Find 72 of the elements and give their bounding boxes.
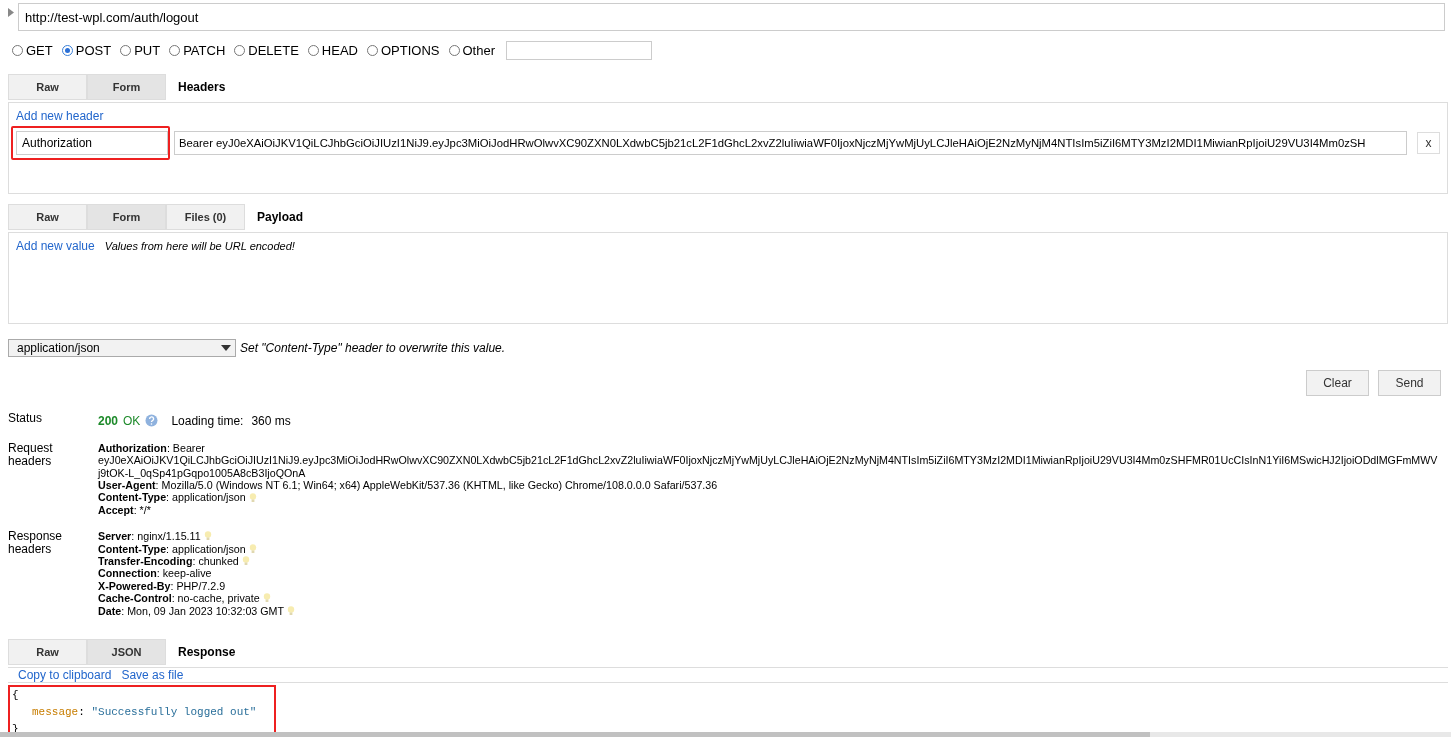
response-link[interactable]: Save as file [121,669,184,682]
section-label: Response headers [8,530,64,559]
tab[interactable]: Files (0) [166,203,245,230]
header-line: Transfer-Encoding: chunked [98,554,239,568]
header-line: User-Agent: Mozilla/5.0 (Windows NT 6.1; Win64; x64) AppleWebKit/537.36 (KHTML, like Gecko) Chrome/108.0.0.0 Safari/537.36 [98,478,718,492]
header-line: Content-Type: application/json [98,491,246,504]
header-line: j9tOK-L_0qSp41pGqpo1005A8cB3IjoQOnA [98,466,307,479]
section-label: Request headers [8,441,54,470]
action-button[interactable]: Send [1378,369,1441,396]
radio-button[interactable] [61,45,73,56]
status-code: 200 [98,413,119,428]
lightbulb-icon [262,593,271,604]
lightbulb-icon [203,531,212,542]
radio-button[interactable] [448,45,460,56]
status-text: OK [123,413,141,428]
radio-button[interactable] [12,45,23,56]
input-field[interactable] [506,41,652,60]
content-type-select[interactable]: application/json [8,338,236,357]
tab[interactable]: JSON [87,639,166,665]
response-link[interactable]: Copy to clipboard [18,669,112,682]
header-line: Server: nginx/1.15.11 [98,530,201,543]
radio-button[interactable] [307,45,319,56]
section-title: Payload [257,209,304,224]
remove-button[interactable]: x [1417,132,1440,154]
lightbulb-icon [248,492,257,503]
url-field[interactable]: http://test-wpl.com/auth/logout [18,3,1445,31]
add-value-link[interactable]: Add new value [16,238,95,253]
header-line: eyJ0eXAiOiJKV1QiLCJhbGciOiJIUzI1NiJ9.eyJpc3MiOiJodHRwOlwvXC90ZXN0LXdwbC5jb21cL2F1dGhcL2xvZ2luIiwiaWF0IjoxNjczMjYwMjUyLCJleHAiOjE2NzMyNjM4NTIsIm5iZiI6MTY3MzI2MDI1MiwianRpIjoiU29VU3I4Mm0zSHFMR01UcCIsInN1YiI6MSwicHJ2IjoiODdlMGFmMWV [98,454,1439,467]
tab[interactable]: Form [87,203,166,230]
header-line: Cache-Control: no-cache, private [98,592,260,605]
note: Set "Content-Type" header to overwrite this value. [240,340,506,355]
radio-button[interactable] [234,45,246,56]
json-brace: { [12,688,20,703]
note: Values from here will be URL encoded! [104,239,295,252]
scrollbar[interactable] [0,732,1451,737]
loading-label: Loading time: [171,413,244,428]
method-label: OPTIONS [381,43,440,58]
radio-button[interactable] [120,45,132,56]
tab[interactable]: Raw [8,639,87,665]
header-line: X-Powered-By: PHP/7.2.9 [98,579,226,593]
status-label: Status [8,411,44,427]
header-name-field[interactable]: Authorization [16,131,168,155]
header-line: Authorization: Bearer [98,441,205,455]
header-line: Connection: keep-alive [98,567,212,580]
header-value-field[interactable]: Bearer eyJ0eXAiOiJKV1QiLCJhbGciOiJIUzI1NiJ9.eyJpc3MiOiJodHRwOlwvXC90ZXN0LXdwbC5jb21cL2F1dGhcL2xvZ2luIiwiaWF0IjoxNjczMjYwMjUyLCJleHAiOjE2NzMyNjM4NTIsIm5iZiI6MTY3MzI2MDI1MiwianRpIjoiU29VU3I4Mm0zSH [174,131,1407,155]
lightbulb-icon [241,556,250,567]
method-label: PUT [134,43,161,58]
method-label: POST [75,43,112,58]
loading-time: 360 ms [251,413,291,428]
tab[interactable]: Form [87,74,166,100]
lightbulb-icon [248,543,257,554]
add-header-link[interactable]: Add new header [16,109,1440,123]
help-icon[interactable] [145,414,159,428]
action-button[interactable]: Clear [1306,369,1369,396]
section-title: Response [178,645,236,659]
caret-icon [221,344,231,351]
tab[interactable]: Raw [8,203,87,230]
method-label: DELETE [248,43,299,58]
header-line: Date: Mon, 09 Jan 2023 10:32:03 GMT [98,604,284,617]
method-label: GET [26,43,53,58]
radio-button[interactable] [367,45,378,56]
radio-button[interactable] [169,45,181,56]
expand-icon[interactable] [8,7,14,17]
method-label: HEAD [321,43,358,58]
tab[interactable]: Raw [8,74,87,100]
method-label: PATCH [183,43,226,58]
method-label: Other [462,43,495,58]
section-title: Headers [178,80,226,94]
header-line: Accept: */* [98,503,151,517]
json-line: message: "Successfully logged out" [31,705,258,720]
header-line: Content-Type: application/json [98,542,246,555]
lightbulb-icon [287,605,295,616]
